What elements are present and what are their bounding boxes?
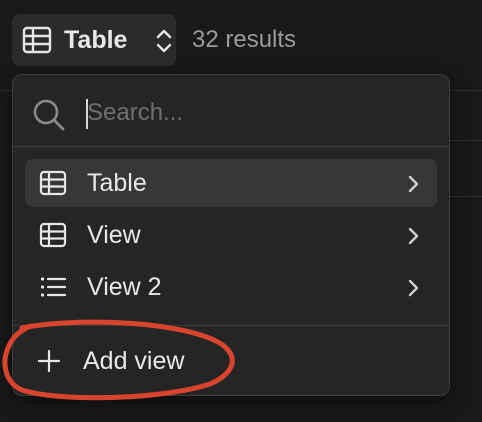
chevron-up-down-icon [156, 29, 172, 53]
table-icon [39, 222, 67, 248]
current-view-label: Table [64, 26, 128, 54]
chevron-right-icon [408, 279, 419, 297]
table-icon [22, 26, 52, 54]
menu-item-label: View [87, 221, 141, 249]
search-input[interactable] [83, 95, 427, 131]
text-cursor [86, 99, 88, 129]
row-divider [450, 140, 482, 141]
menu-item-table[interactable]: Table [25, 159, 437, 207]
view-switcher-button[interactable]: Table [12, 14, 176, 66]
plus-icon [37, 349, 61, 373]
chevron-right-icon [408, 227, 419, 245]
search-row [13, 75, 449, 147]
menu-item-label: View 2 [87, 273, 162, 301]
results-count: 32 results [192, 26, 297, 53]
add-view-label: Add view [83, 347, 185, 375]
menu-item-view[interactable]: View [25, 211, 437, 259]
row-divider [450, 196, 482, 197]
add-view-button[interactable]: Add view [25, 337, 437, 385]
list-icon [40, 277, 67, 297]
table-icon [39, 170, 67, 196]
menu-item-label: Table [87, 169, 147, 197]
menu-divider [13, 325, 449, 326]
search-icon [33, 99, 65, 131]
chevron-right-icon [408, 175, 419, 193]
view-menu-dropdown: Table View View 2 [12, 74, 450, 396]
menu-item-view-2[interactable]: View 2 [25, 263, 437, 311]
